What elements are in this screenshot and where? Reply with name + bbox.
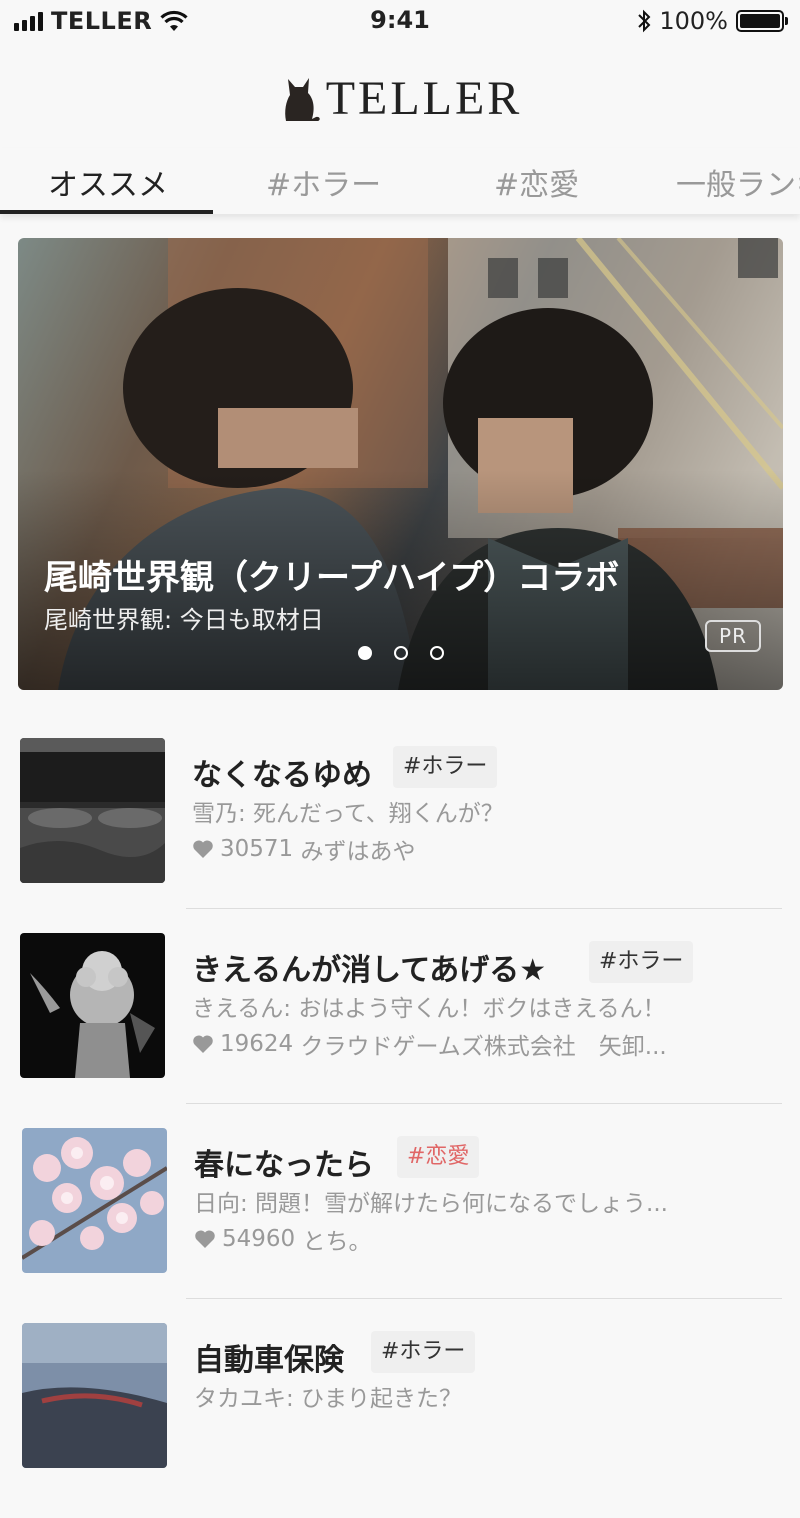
logo-text: TELLER bbox=[325, 71, 523, 125]
story-tag[interactable]: #ホラー bbox=[393, 746, 498, 788]
story-meta: 19624 クラウドゲームズ株式会社 矢卸... bbox=[192, 1027, 782, 1061]
cat-logo-icon bbox=[284, 78, 320, 121]
battery-icon bbox=[736, 10, 788, 32]
story-item[interactable]: きえるんが消してあげる★ #ホラー きえるん: おはよう守くん！ボクはきえるん！… bbox=[0, 933, 800, 1128]
bluetooth-icon bbox=[638, 9, 651, 33]
carousel-dot[interactable] bbox=[429, 646, 444, 660]
carousel-dots bbox=[18, 646, 783, 660]
heart-icon bbox=[193, 840, 213, 858]
story-item[interactable]: 自動車保険 #ホラー タカユキ: ひまり起きた？ bbox=[0, 1323, 800, 1518]
story-tag[interactable]: #恋愛 bbox=[397, 1136, 480, 1178]
tab-horror[interactable]: #ホラー bbox=[266, 160, 381, 204]
tab-general-ranking[interactable]: 一般ランキ bbox=[676, 160, 800, 204]
divider bbox=[186, 908, 782, 909]
tab-romance[interactable]: #恋愛 bbox=[494, 160, 579, 204]
battery-percentage: 100% bbox=[659, 7, 728, 35]
featured-banner[interactable]: 尾崎世界観（クリープハイプ）コラボ 尾崎世界観: 今日も取材日 PR bbox=[18, 238, 783, 690]
story-likes: 19624 bbox=[220, 1031, 294, 1057]
story-title: なくなるゆめ bbox=[192, 758, 372, 793]
story-title: 春になったら bbox=[194, 1148, 374, 1183]
divider bbox=[186, 1298, 782, 1299]
story-thumbnail bbox=[20, 738, 165, 883]
app-logo[interactable]: TELLER bbox=[0, 68, 800, 128]
story-thumbnail bbox=[22, 1323, 167, 1468]
story-title: きえるんが消してあげる★ bbox=[192, 953, 547, 988]
carousel-dot[interactable] bbox=[357, 646, 372, 660]
tab-recommended[interactable]: オススメ bbox=[48, 160, 168, 204]
category-tabs: オススメ #ホラー #恋愛 一般ランキ bbox=[0, 148, 800, 214]
story-author: みずはあや bbox=[300, 839, 416, 865]
status-right: 100% bbox=[637, 6, 788, 36]
story-item[interactable]: なくなるゆめ #ホラー 雪乃: 死んだって、翔くんが？ 30571 みずはあや bbox=[0, 738, 800, 933]
story-likes: 30571 bbox=[220, 836, 294, 862]
story-item[interactable]: 春になったら #恋愛 日向: 問題！雪が解けたら何になるでしょう... 5496… bbox=[0, 1128, 800, 1323]
story-first-line: 雪乃: 死んだって、翔くんが？ bbox=[192, 801, 504, 827]
banner-title: 尾崎世界観（クリープハイプ）コラボ bbox=[44, 558, 620, 598]
story-first-line: きえるん: おはよう守くん！ボクはきえるん！ bbox=[192, 996, 666, 1022]
story-title: 自動車保険 bbox=[194, 1343, 344, 1378]
story-tag[interactable]: #ホラー bbox=[371, 1331, 476, 1373]
story-thumbnail bbox=[22, 1128, 167, 1273]
active-tab-indicator bbox=[0, 210, 213, 214]
story-meta: 30571 みずはあや bbox=[192, 832, 782, 866]
heart-icon bbox=[195, 1230, 215, 1248]
heart-icon bbox=[193, 1035, 213, 1053]
carousel-dot[interactable] bbox=[393, 646, 408, 660]
story-meta: 54960 とち。 bbox=[194, 1222, 784, 1256]
story-first-line: タカユキ: ひまり起きた？ bbox=[194, 1386, 463, 1412]
banner-subtitle: 尾崎世界観: 今日も取材日 bbox=[44, 606, 324, 634]
divider bbox=[186, 1103, 782, 1104]
story-author: クラウドゲームズ株式会社 矢卸... bbox=[300, 1034, 667, 1060]
story-thumbnail bbox=[20, 933, 165, 1078]
story-likes: 54960 bbox=[222, 1226, 296, 1252]
story-tag[interactable]: #ホラー bbox=[589, 941, 694, 983]
status-bar: TELLER 9:41 100% bbox=[0, 0, 800, 42]
story-first-line: 日向: 問題！雪が解けたら何になるでしょう... bbox=[194, 1191, 668, 1217]
story-author: とち。 bbox=[302, 1229, 372, 1255]
